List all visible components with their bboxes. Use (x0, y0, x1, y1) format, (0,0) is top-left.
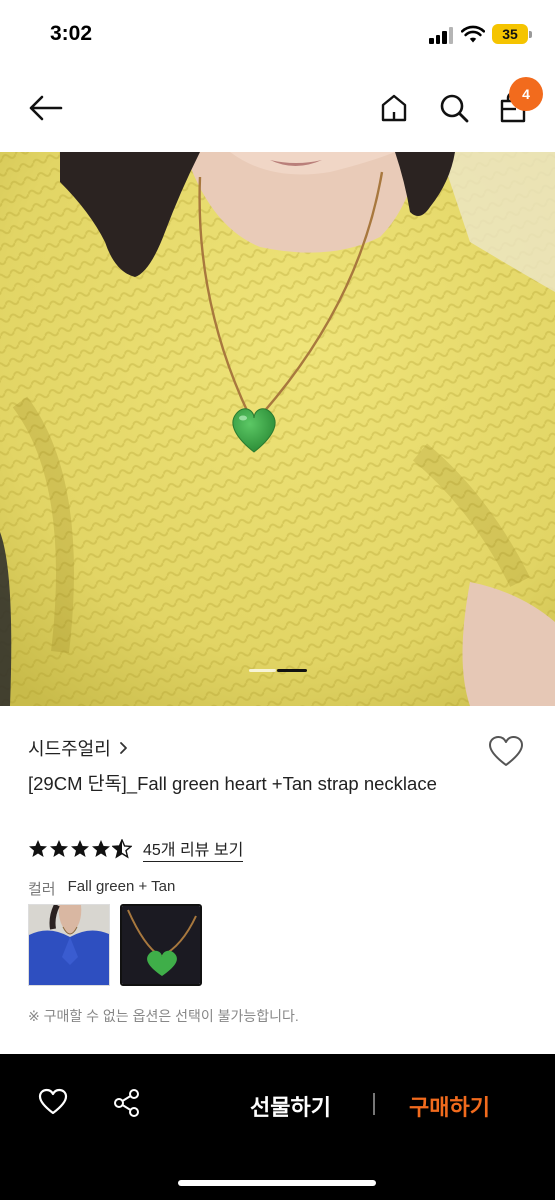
review-link[interactable]: 45개 리뷰 보기 (143, 836, 244, 862)
rating-stars (28, 839, 132, 859)
battery-nub (529, 31, 532, 38)
star-icon (50, 840, 68, 857)
pager-dot (249, 669, 276, 672)
chevron-right-icon (119, 742, 127, 754)
wishlist-heart-icon[interactable] (488, 735, 524, 769)
option-thumbnail-selected[interactable] (120, 904, 202, 986)
option-value: Fall green + Tan (67, 878, 176, 895)
top-nav (0, 70, 555, 152)
pager-dot-active (277, 669, 307, 672)
product-title: [29CM 단독]_Fall green heart +Tan strap ne… (28, 773, 437, 794)
heart-icon[interactable] (38, 1088, 68, 1121)
rating-row: 45개 리뷰 보기 (28, 836, 244, 862)
bottom-action-bar: 선물하기 구매하기 (0, 1054, 555, 1200)
brand-name: 시드주얼리 (28, 739, 111, 759)
status-time: 3:02 (50, 22, 93, 45)
cart-count-badge: 4 (509, 77, 543, 111)
star-half-icon (112, 839, 132, 859)
star-icon (92, 840, 110, 857)
option-label: 컬러 (28, 881, 56, 898)
battery-indicator: 35 (492, 24, 528, 44)
battery-level: 35 (502, 26, 518, 42)
share-icon[interactable] (112, 1088, 142, 1123)
signal-icon (429, 26, 455, 44)
option-thumbnail[interactable] (28, 904, 110, 986)
option-notice: ※ 구매할 수 없는 옵션은 선택이 불가능합니다. (28, 1008, 299, 1024)
star-icon (29, 840, 47, 857)
status-bar: 3:02 35 (0, 0, 555, 70)
option-row: 컬러 Fall green + Tan (28, 878, 175, 899)
home-icon[interactable] (374, 88, 414, 128)
image-pager-indicator (249, 669, 307, 672)
brand-link[interactable]: 시드주얼리 (28, 735, 128, 761)
search-icon[interactable] (434, 88, 474, 128)
buy-button[interactable]: 구매하기 (409, 1090, 490, 1122)
product-main-image[interactable] (0, 152, 555, 706)
star-icon (71, 840, 89, 857)
wifi-icon (461, 25, 485, 43)
bottom-divider (373, 1093, 375, 1115)
back-arrow-icon[interactable] (25, 88, 65, 128)
gift-button[interactable]: 선물하기 (250, 1090, 331, 1122)
home-indicator[interactable] (178, 1180, 376, 1186)
